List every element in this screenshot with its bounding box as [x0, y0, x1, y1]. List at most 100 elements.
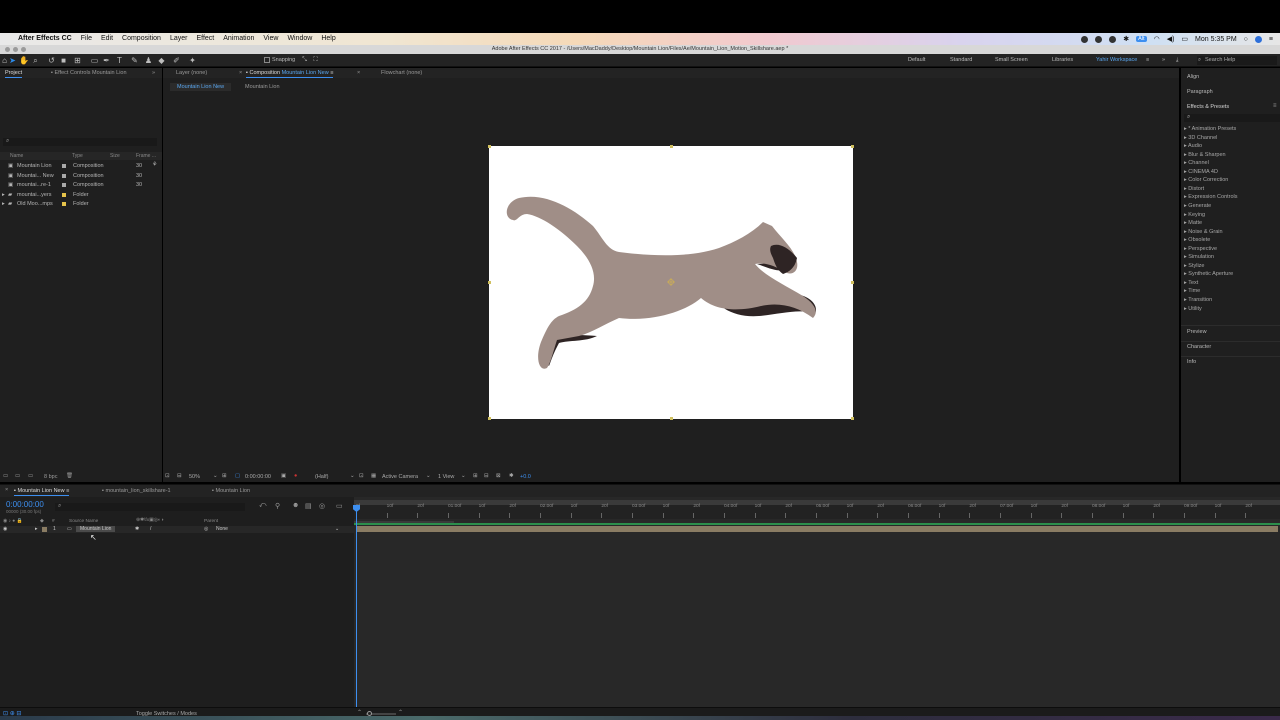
breadcrumb-item[interactable]: Mountain Lion New [170, 83, 232, 91]
exposure-icon[interactable]: ✱ [509, 473, 514, 479]
transform-handle[interactable] [670, 145, 673, 148]
column-source-name[interactable]: Source Name [69, 519, 98, 524]
snap-options-icon[interactable]: ⤡ [300, 56, 309, 65]
region-of-interest-icon[interactable]: ▢ [235, 473, 240, 479]
transform-handle[interactable] [488, 281, 491, 284]
list-item[interactable]: ▣ Mountai... New Composition 30 [0, 172, 160, 181]
workspace-yahir[interactable]: Yahir Workspace [1096, 57, 1137, 63]
view-layout-dropdown[interactable]: 1 View [438, 474, 454, 480]
effect-category[interactable]: ▸ Text [1184, 280, 1198, 286]
fast-previews-icon[interactable]: ⊡ [359, 473, 364, 479]
disclosure-arrow-icon[interactable]: ▸ [1184, 160, 1187, 166]
panel-header[interactable]: Paragraph [1187, 89, 1213, 95]
rotate-tool-icon[interactable]: ↺ [47, 56, 56, 65]
sync-icon[interactable]: ⤓ [1176, 57, 1178, 64]
panel-header[interactable]: Effects & Presets [1187, 104, 1229, 110]
chevron-down-icon[interactable]: ⌄ [213, 473, 218, 479]
layer-name[interactable]: Mountain Lion [76, 526, 116, 532]
tab-effect-controls[interactable]: ▪ Effect Controls Mountain Lion [51, 70, 127, 76]
snap-target-icon[interactable]: ⛶ [311, 56, 320, 65]
tab-layer[interactable]: Layer (none) [176, 70, 207, 76]
record-icon[interactable] [1081, 35, 1089, 43]
effect-category[interactable]: ▸ Keying [1184, 212, 1205, 218]
visibility-icon[interactable]: ◉ [3, 526, 7, 532]
label-swatch[interactable] [62, 183, 66, 189]
new-folder-icon[interactable]: ▭ [15, 473, 20, 479]
column-type[interactable]: Type [72, 153, 83, 159]
exposure-value[interactable]: +0.0 [520, 474, 531, 480]
reset-exposure-icon[interactable]: ⊠ [496, 473, 501, 479]
column-size[interactable]: Size [110, 153, 120, 159]
zoom-window-button[interactable] [21, 47, 26, 52]
transparency-grid-icon[interactable]: ▦ [371, 473, 376, 479]
menu-view[interactable]: View [263, 33, 278, 45]
menu-app-name[interactable]: After Effects CC [18, 33, 72, 45]
menu-window[interactable]: Window [287, 33, 312, 45]
list-item[interactable]: ▣ Mountain Lion Composition 30 [0, 162, 160, 171]
mask-tool-icon[interactable]: ▭ [90, 56, 99, 65]
effect-category[interactable]: ▸ CINEMA 4D [1184, 169, 1218, 175]
help-search-input[interactable]: ⌕ Search Help [1197, 56, 1277, 65]
bpc-label[interactable]: 8 bpc [44, 474, 57, 480]
collapse-switch-icon[interactable]: ✱ [135, 526, 139, 532]
always-preview-icon[interactable]: ⊡ [165, 473, 170, 479]
switches-column[interactable]: ⊕✱\fx▣◎◐◑ [136, 518, 164, 523]
magnification-dropdown[interactable]: 50% [189, 474, 200, 480]
av-features-icon[interactable]: ◉ ♪ ● 🔒 [3, 519, 22, 524]
transform-handle[interactable] [670, 417, 673, 420]
timeline-zoom-slider[interactable] [366, 711, 396, 716]
panel-header[interactable]: Align [1187, 74, 1199, 80]
disclosure-arrow-icon[interactable]: ▸ [1184, 194, 1187, 200]
graph-editor-icon[interactable]: ▭ [336, 502, 343, 510]
puppet-tool-icon[interactable]: ✦ [188, 56, 197, 65]
list-item[interactable]: ▣ mountai...re-1 Composition 30 [0, 181, 160, 190]
workspace-default[interactable]: Default [908, 57, 925, 63]
resolution-dropdown[interactable]: (Half) [315, 474, 328, 480]
type-tool-icon[interactable]: T [115, 56, 124, 65]
battery-icon[interactable]: ▭ [1181, 35, 1188, 43]
volume-icon[interactable]: ◀) [1167, 35, 1175, 43]
breadcrumb-item[interactable]: Mountain Lion [245, 84, 280, 90]
effect-category[interactable]: ▸ Blur & Sharpen [1184, 152, 1226, 158]
show-channel-icon[interactable]: ● [294, 473, 297, 479]
transform-handle[interactable] [851, 417, 854, 420]
disclosure-arrow-icon[interactable]: ▸ [1184, 297, 1187, 303]
tab-mountain-lion-new[interactable]: ▪ Mountain Lion New ≡ [14, 488, 70, 496]
siri-icon[interactable] [1254, 35, 1262, 43]
layer-duration-bar[interactable] [356, 526, 1278, 532]
roto-brush-tool-icon[interactable]: ✐ [172, 56, 181, 65]
effect-category[interactable]: ▸ Audio [1184, 143, 1202, 149]
disclosure-arrow-icon[interactable]: ▸ [1184, 177, 1187, 183]
disclosure-arrow-icon[interactable]: ▸ [1184, 254, 1187, 260]
time-ruler[interactable]: 0f10f20f01:00f10f20f02:00f10f20f03:00f10… [354, 504, 1280, 519]
disclosure-arrow-icon[interactable]: ▸ [1184, 237, 1187, 243]
brush-tool-icon[interactable]: ✎ [130, 56, 139, 65]
camera-dropdown[interactable]: Active Camera [382, 474, 418, 480]
column-frame[interactable]: Frame ... [136, 153, 156, 159]
snapshot-icon[interactable]: ▣ [281, 473, 286, 479]
disclosure-arrow-icon[interactable]: ▸ [1184, 288, 1187, 294]
bluetooth-icon[interactable]: ✱ [1123, 35, 1129, 43]
disclosure-arrow-icon[interactable]: ▸ [2, 192, 5, 198]
current-time-indicator[interactable] [356, 507, 357, 707]
effect-category[interactable]: ▸ Stylize [1184, 263, 1205, 269]
new-composition-icon[interactable]: ▭ [28, 473, 33, 479]
column-parent[interactable]: Parent [204, 519, 218, 524]
disclosure-arrow-icon[interactable]: ▸ [1184, 306, 1187, 312]
disclosure-arrow-icon[interactable]: ▸ [1184, 203, 1187, 209]
transform-handle[interactable] [488, 145, 491, 148]
toggle-pixel-aspect-icon[interactable]: ⊞ [473, 473, 478, 479]
eraser-tool-icon[interactable]: ◆ [157, 56, 166, 65]
flowchart-icon[interactable]: ⊟ [484, 473, 489, 479]
hand-tool-icon[interactable]: ✋ [19, 56, 29, 65]
menu-layer[interactable]: Layer [170, 33, 188, 45]
menu-animation[interactable]: Animation [223, 33, 254, 45]
disclosure-arrow-icon[interactable]: ▸ [1184, 271, 1187, 277]
effect-category[interactable]: ▸ Matte [1184, 220, 1202, 226]
effect-category[interactable]: ▸ Perspective [1184, 246, 1217, 252]
minimize-window-button[interactable] [13, 47, 18, 52]
composition-frame[interactable] [488, 145, 854, 420]
tab-close-icon[interactable]: × [239, 70, 242, 76]
motion-blur-icon[interactable]: ◎ [319, 502, 325, 510]
disclosure-arrow-icon[interactable]: ▸ [1184, 280, 1187, 286]
